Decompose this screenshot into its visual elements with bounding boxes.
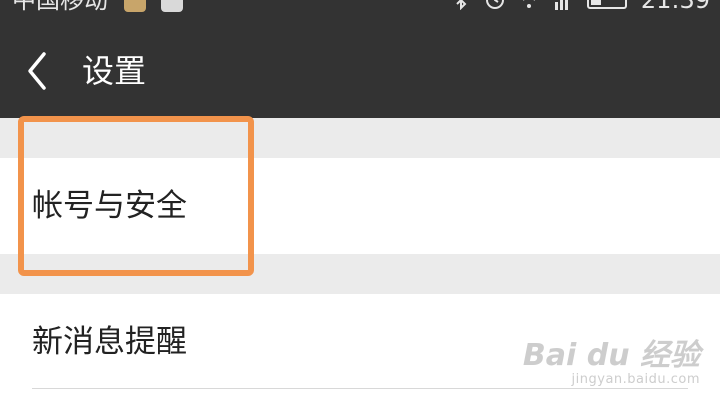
- chevron-left-icon: [28, 52, 46, 90]
- back-button[interactable]: [18, 48, 58, 94]
- watermark: Bai du 经验 jingyan.baidu.com: [523, 340, 700, 388]
- page-title: 设置: [82, 52, 147, 90]
- watermark-url: jingyan.baidu.com: [571, 372, 700, 387]
- watermark-logo: Bai du 经验: [522, 338, 700, 373]
- alarm-icon: [485, 0, 504, 9]
- settings-item-label: 帐号与安全: [32, 188, 187, 224]
- status-time: 21:39: [640, 0, 710, 14]
- title-bar: 设置: [0, 16, 720, 118]
- signal-icon: [554, 0, 568, 10]
- settings-item-label: 新消息提醒: [32, 324, 187, 360]
- divider: [32, 388, 688, 389]
- status-left: 中国移动: [12, 0, 184, 14]
- notification-app-icon: [123, 0, 146, 12]
- status-right: 21:39: [451, 0, 710, 14]
- bluetooth-icon: [456, 0, 467, 10]
- battery-icon: [586, 0, 627, 9]
- wifi-icon: [522, 0, 535, 8]
- notification-doc-icon: [161, 0, 184, 12]
- settings-item-account-security[interactable]: 帐号与安全: [0, 158, 720, 254]
- carrier-name: 中国移动: [12, 0, 108, 14]
- status-bar: 中国移动 21:39: [0, 0, 720, 16]
